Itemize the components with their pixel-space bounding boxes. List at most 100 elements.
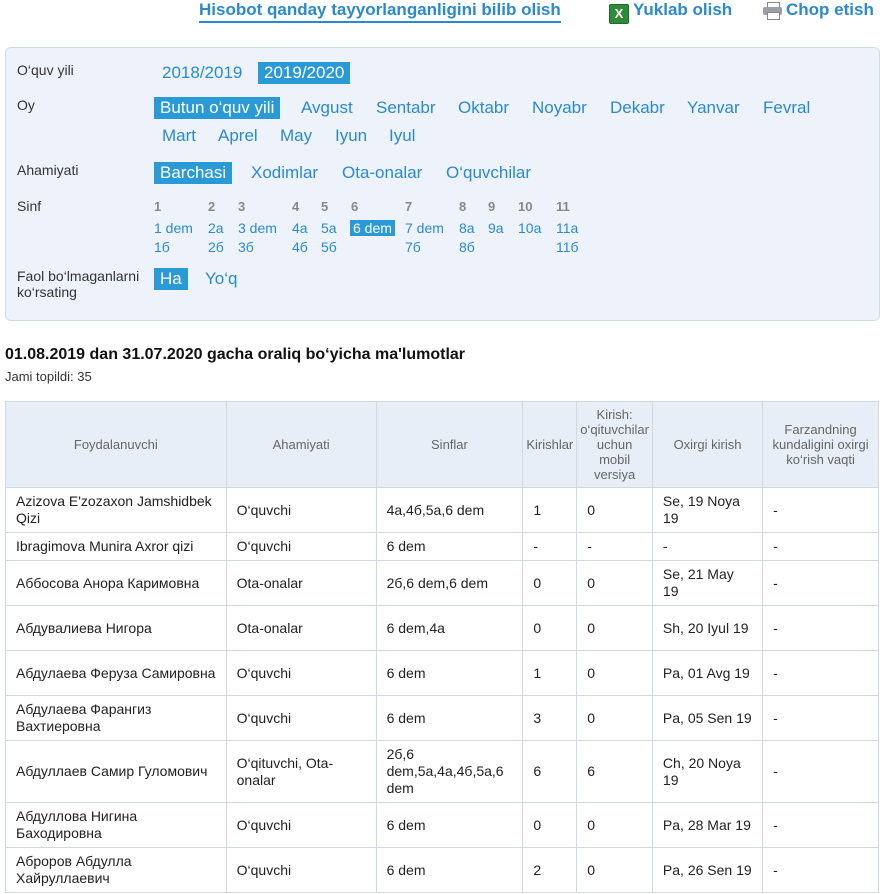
cell-user: Абдувалиева Нигора (5, 605, 227, 651)
column-header-mobile-logins[interactable]: Kirish: o‘qituvchilar uchun mobil versiy… (576, 401, 653, 488)
table-row: Аброров Абдулла Хайруллаевич O‘quvchi 6 de… (5, 847, 879, 893)
class-option[interactable]: 4б (292, 239, 308, 255)
cell-classes: 2б,6 dem,6 dem (375, 560, 524, 606)
month-option[interactable]: Aprel (218, 126, 258, 146)
month-option[interactable]: Noyabr (532, 98, 587, 118)
cell-last-login: Pa, 26 Sen 19 (651, 847, 764, 893)
cell-mobile-logins: 0 (576, 695, 653, 741)
month-option[interactable]: Avgust (301, 98, 353, 118)
table-row: Абдулаева Феруза Самировна O‘quvchi 6 dem 1… (5, 650, 879, 696)
month-option[interactable]: Yanvar (687, 98, 740, 118)
class-option[interactable]: 8б (459, 239, 475, 255)
role-option[interactable]: O‘quvchilar (446, 163, 531, 183)
column-header-logins[interactable]: Kirishlar (522, 401, 578, 488)
year-option[interactable]: 2018/2019 (162, 63, 242, 83)
inactive-label: Faol bo‘lmaganlarni ko‘rsating (17, 268, 140, 300)
class-option[interactable]: 11a (556, 220, 578, 236)
year-label: O‘quv yili (17, 62, 74, 78)
class-option[interactable]: 7 dem (405, 220, 444, 236)
cell-classes: 6 dem,4a (375, 605, 524, 651)
print-label: Chop etish (786, 0, 874, 19)
class-option[interactable]: 5a (321, 220, 337, 236)
month-option[interactable]: Mart (162, 126, 196, 146)
cell-mobile-logins: 0 (576, 605, 653, 651)
month-option[interactable]: Iyul (389, 126, 415, 146)
class-label: Sinf (17, 198, 42, 214)
cell-logins: 3 (522, 695, 578, 741)
month-option[interactable]: Iyun (335, 126, 367, 146)
column-header-classes[interactable]: Sinflar (375, 401, 524, 488)
cell-last-diary-view: - (762, 532, 879, 561)
cell-last-diary-view: - (762, 695, 879, 741)
class-option[interactable]: 4a (292, 220, 308, 236)
class-option[interactable]: 1б (154, 239, 170, 255)
class-option[interactable]: 7б (405, 239, 421, 255)
cell-classes: 6 dem (375, 650, 524, 696)
cell-last-diary-view: - (762, 560, 879, 606)
filter-panel: O‘quv yili 2018/2019 2019/2020 Oy Butun … (5, 47, 880, 321)
class-option[interactable]: 1 dem (154, 220, 193, 236)
cell-role: O‘quvchi (225, 802, 377, 848)
cell-user: Абдулаева Феруза Самировна (5, 650, 227, 696)
cell-last-login: Sh, 20 Iyul 19 (651, 605, 764, 651)
table-body: Azizova E'zozaxon Jamshidbek Qizi O‘quvch… (5, 487, 879, 893)
cell-user: Абдуллова Нигина Баходировна (5, 802, 227, 848)
cell-logins: 0 (522, 605, 578, 651)
class-option[interactable]: 2a (208, 220, 224, 236)
cell-classes: 2б,6 dem,5a,4a,4б,5a,6 dem (375, 740, 524, 803)
column-header-last-login[interactable]: Oxirgi kirish (651, 401, 764, 488)
print-link[interactable]: Chop etish (763, 0, 874, 20)
month-option[interactable]: Dekabr (610, 98, 665, 118)
cell-user: Абдулаева Фарангиз Вахтиеровна (5, 695, 227, 741)
cell-last-login: Pa, 28 Mar 19 (651, 802, 764, 848)
column-header-user[interactable]: Foydalanuvchi (5, 401, 227, 488)
cell-last-login: Se, 21 May 19 (651, 560, 764, 606)
column-header-last-diary-view[interactable]: Farzandning kundaligini oxirgi ko‘rish v… (762, 401, 879, 488)
cell-last-login: Ch, 20 Noya 19 (651, 740, 764, 803)
cell-last-diary-view: - (762, 847, 879, 893)
month-option[interactable]: Sentabr (376, 98, 436, 118)
column-header-role[interactable]: Ahamiyati (225, 401, 377, 488)
cell-last-diary-view: - (762, 802, 879, 848)
role-option[interactable]: Ota-onalar (342, 163, 422, 183)
cell-mobile-logins: - (576, 532, 653, 561)
grade-heading: 10 (518, 199, 533, 214)
class-option[interactable]: 3б (238, 239, 254, 255)
month-option[interactable]: May (280, 126, 312, 146)
download-link[interactable]: X Yuklab olish (609, 0, 732, 24)
cell-user: Azizova E'zozaxon Jamshidbek Qizi (5, 487, 227, 533)
inactive-option-selected[interactable]: Ha (154, 268, 188, 290)
month-option-selected[interactable]: Butun o‘quv yili (154, 97, 281, 119)
class-option[interactable]: 10a (518, 220, 541, 236)
cell-classes: 4a,4б,5a,6 dem (375, 487, 524, 533)
role-option[interactable]: Xodimlar (251, 163, 318, 183)
class-option[interactable]: 9a (488, 220, 504, 236)
inactive-option[interactable]: Yo‘q (205, 269, 237, 289)
cell-classes: 6 dem (375, 695, 524, 741)
class-option[interactable]: 2б (208, 239, 224, 255)
class-option[interactable]: 5б (321, 239, 337, 255)
class-option[interactable]: 11б (556, 239, 579, 255)
cell-logins: 1 (522, 487, 578, 533)
cell-last-diary-view: - (762, 650, 879, 696)
year-option-selected[interactable]: 2019/2020 (258, 62, 351, 84)
cell-user: Аббосова Анора Каримовна (5, 560, 227, 606)
class-option[interactable]: 3 dem (238, 220, 277, 236)
class-option[interactable]: 8a (459, 220, 475, 236)
month-option[interactable]: Fevral (763, 98, 810, 118)
cell-mobile-logins: 0 (576, 560, 653, 606)
users-table: Foydalanuvchi Ahamiyati Sinflar Kirishla… (5, 401, 879, 893)
how-report-made-link[interactable]: Hisobot qanday tayyorlanganligini bilib … (199, 0, 561, 23)
class-option-selected[interactable]: 6 dem (350, 220, 395, 236)
role-label: Ahamiyati (17, 162, 79, 178)
role-option-selected[interactable]: Barchasi (154, 162, 233, 184)
cell-user: Абдуллаев Самир Гуломович (5, 740, 227, 803)
cell-mobile-logins: 0 (576, 487, 653, 533)
cell-logins: 6 (522, 740, 578, 803)
table-row: Абдуллаев Самир Гуломович O‘qituvchi, Ota… (5, 740, 879, 803)
grade-heading: 7 (405, 199, 413, 214)
cell-classes: 6 dem (375, 847, 524, 893)
cell-role: O‘quvchi (225, 487, 377, 533)
grade-heading: 1 (154, 199, 162, 214)
month-option[interactable]: Oktabr (458, 98, 509, 118)
